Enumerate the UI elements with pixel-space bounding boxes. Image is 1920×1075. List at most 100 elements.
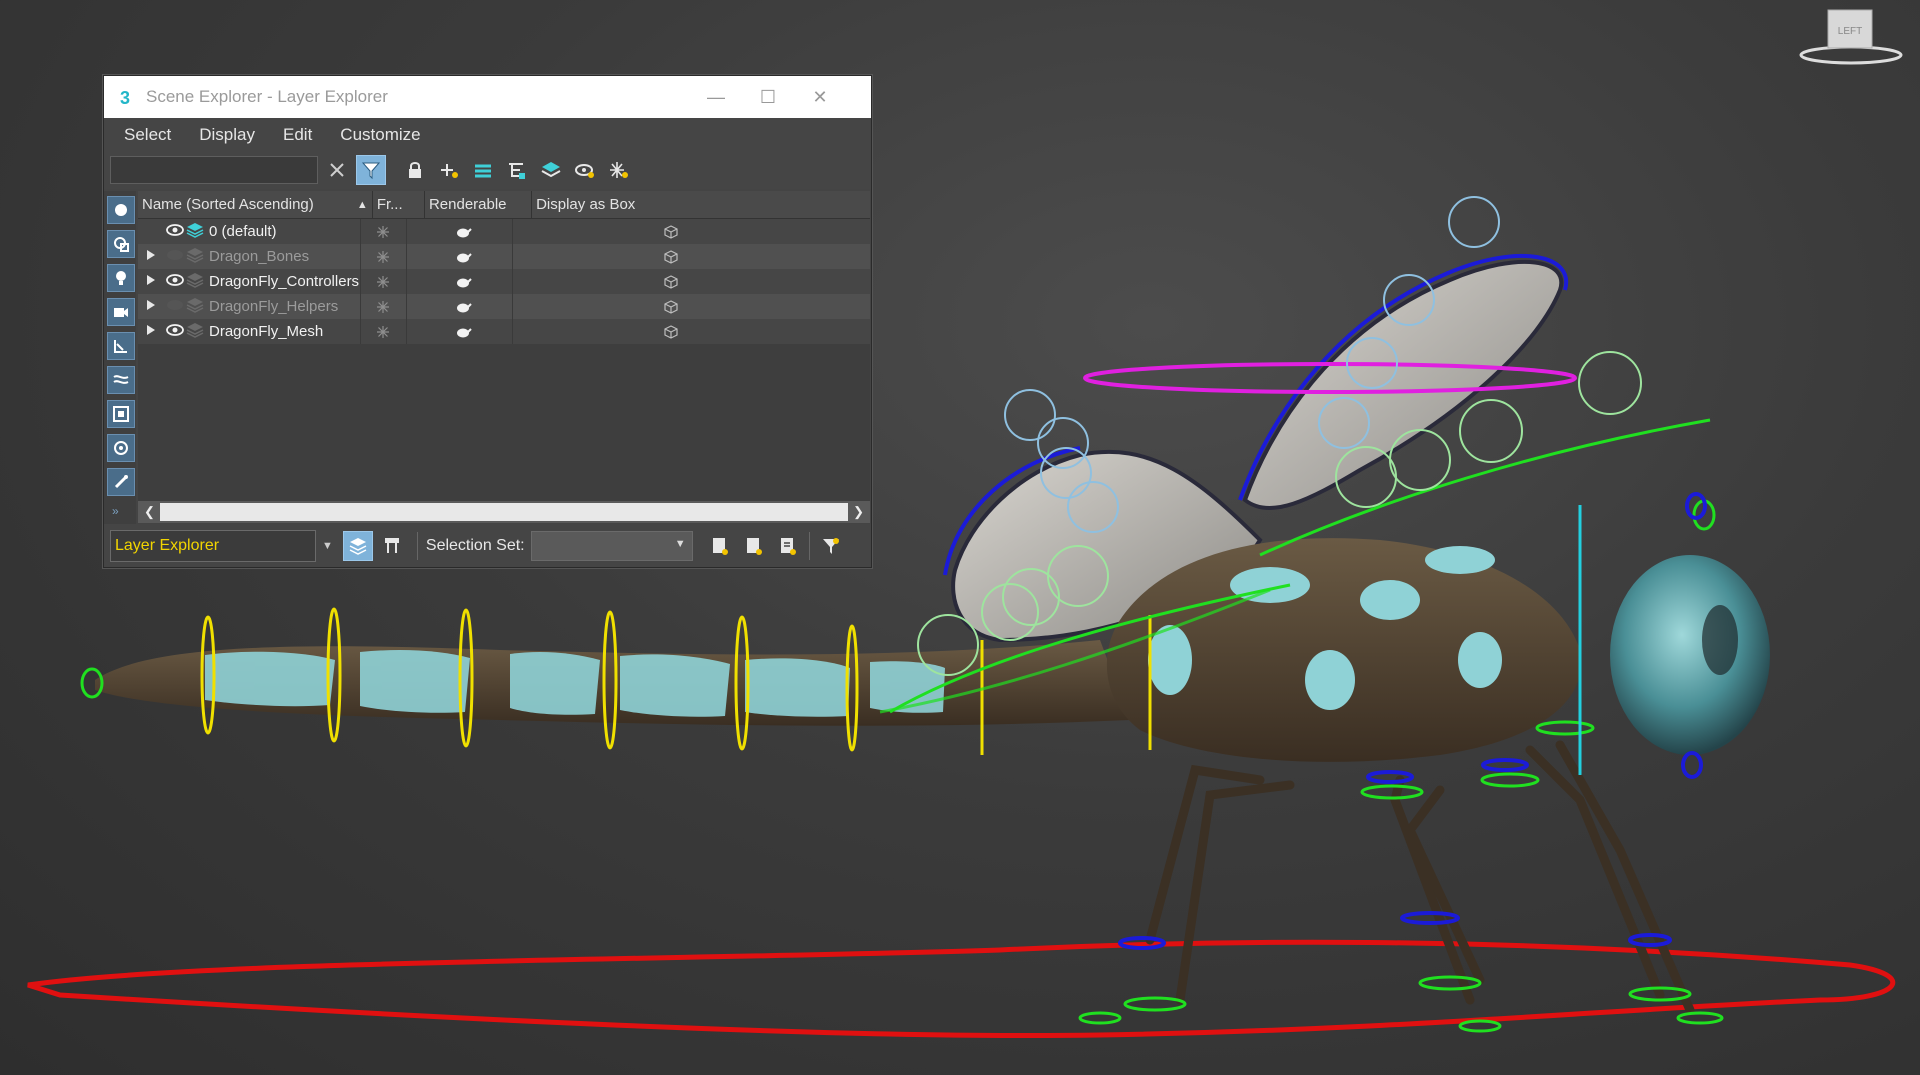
- visible-eye-icon[interactable]: [166, 323, 184, 340]
- layer-hierarchy-icon[interactable]: [502, 155, 532, 185]
- visible-eye-icon[interactable]: [166, 273, 184, 290]
- table-row[interactable]: DragonFly_Helpers: [138, 294, 870, 319]
- toolbar: [104, 151, 871, 189]
- add-to-layer-icon[interactable]: [468, 155, 498, 185]
- column-header-name-label: Name (Sorted Ascending): [142, 196, 314, 213]
- chevron-down-icon[interactable]: ▼: [322, 540, 333, 552]
- display-as-box-icon[interactable]: [513, 244, 870, 269]
- active-layer-icon: [186, 222, 204, 242]
- new-layer-icon[interactable]: [434, 155, 464, 185]
- layer-name-cell: Dragon_Bones: [138, 244, 362, 269]
- scroll-left-icon[interactable]: ❮: [144, 504, 155, 520]
- geometry-filter-icon[interactable]: [107, 196, 135, 224]
- table-row[interactable]: 0 (default): [138, 219, 870, 244]
- viewcube[interactable]: LEFT: [1795, 5, 1907, 70]
- visible-eye-icon[interactable]: [166, 223, 184, 240]
- expand-arrow-icon[interactable]: [146, 298, 156, 315]
- menu-select[interactable]: Select: [124, 125, 171, 145]
- bottom-bar: Layer Explorer ▼ Selection Set: ▼: [104, 524, 871, 567]
- layer-name: DragonFly_Mesh: [209, 323, 324, 340]
- menu-edit[interactable]: Edit: [283, 125, 312, 145]
- groups-filter-icon[interactable]: [107, 400, 135, 428]
- renderable-teapot-icon[interactable]: [407, 294, 513, 319]
- renderable-teapot-icon[interactable]: [407, 319, 513, 344]
- column-header-name[interactable]: Name (Sorted Ascending) ▲: [138, 191, 373, 218]
- layer-icon: [186, 297, 204, 317]
- expand-arrow-icon[interactable]: [146, 273, 156, 290]
- layer-name-cell: 0 (default): [138, 219, 362, 244]
- clear-search-icon[interactable]: [322, 155, 352, 185]
- layers-icon[interactable]: [536, 155, 566, 185]
- table-row[interactable]: Dragon_Bones: [138, 244, 870, 269]
- freeze-toggle-icon[interactable]: [361, 244, 407, 269]
- sort-by-layer-icon[interactable]: [342, 530, 373, 561]
- display-as-box-icon[interactable]: [513, 319, 870, 344]
- explorer-type-dropdown[interactable]: Layer Explorer: [110, 529, 316, 562]
- filter-icon[interactable]: [356, 155, 386, 185]
- freeze-toggle-icon[interactable]: [361, 269, 407, 294]
- column-header-renderable[interactable]: Renderable: [425, 191, 533, 218]
- freeze-icon[interactable]: [604, 155, 634, 185]
- maximize-icon[interactable]: ☐: [742, 76, 794, 118]
- expand-arrow-icon[interactable]: [146, 323, 156, 340]
- display-as-box-icon[interactable]: [513, 219, 870, 244]
- path-curve: [27, 939, 1896, 1039]
- create-selection-set-icon[interactable]: [739, 531, 769, 561]
- head: [1610, 555, 1770, 755]
- layer-name: Dragon_Bones: [209, 248, 310, 265]
- helpers-filter-icon[interactable]: [107, 332, 135, 360]
- minimize-icon[interactable]: —: [690, 76, 742, 118]
- table-row[interactable]: DragonFly_Controllers: [138, 269, 870, 294]
- freeze-toggle-icon[interactable]: [361, 319, 407, 344]
- window-title: Scene Explorer - Layer Explorer: [146, 87, 388, 106]
- layer-name-cell: DragonFly_Mesh: [138, 319, 362, 344]
- hidden-eye-icon[interactable]: [166, 298, 184, 315]
- edit-selection-set-icon[interactable]: [705, 531, 735, 561]
- selection-filter-icon[interactable]: [816, 531, 846, 561]
- divider: [416, 531, 418, 560]
- selection-set-label: Selection Set:: [425, 536, 525, 554]
- hide-icon[interactable]: [570, 155, 600, 185]
- display-as-box-icon[interactable]: [513, 269, 870, 294]
- remove-selection-set-icon[interactable]: [773, 531, 803, 561]
- bones-filter-icon[interactable]: [107, 468, 135, 496]
- xrefs-filter-icon[interactable]: [107, 434, 135, 462]
- close-icon[interactable]: ✕: [794, 76, 846, 118]
- layer-grid: Name (Sorted Ascending) ▲ Fr... Renderab…: [138, 191, 870, 501]
- horizontal-scrollbar[interactable]: ❮ ❯: [138, 501, 870, 523]
- shapes-filter-icon[interactable]: [107, 230, 135, 258]
- lock-icon[interactable]: [400, 155, 430, 185]
- sort-by-hierarchy-icon[interactable]: [377, 531, 407, 561]
- scroll-right-icon[interactable]: ❯: [853, 504, 864, 520]
- menu-display[interactable]: Display: [199, 125, 255, 145]
- sort-ascending-icon: ▲: [356, 198, 368, 211]
- title-bar[interactable]: 3 Scene Explorer - Layer Explorer — ☐ ✕: [104, 76, 871, 118]
- chevron-down-icon: ▼: [674, 537, 686, 550]
- selection-set-dropdown[interactable]: ▼: [530, 530, 693, 561]
- layer-icon: [186, 322, 204, 342]
- renderable-teapot-icon[interactable]: [407, 244, 513, 269]
- layer-rows: 0 (default) Dragon_Bones DragonFly_Contr…: [138, 219, 870, 344]
- cameras-filter-icon[interactable]: [107, 298, 135, 326]
- lights-filter-icon[interactable]: [107, 264, 135, 292]
- scene-explorer-window: 3 Scene Explorer - Layer Explorer — ☐ ✕ …: [103, 75, 872, 568]
- divider: [808, 531, 810, 560]
- expand-arrow-icon[interactable]: [146, 248, 156, 265]
- spacewarps-filter-icon[interactable]: [107, 366, 135, 394]
- hidden-eye-icon[interactable]: [166, 248, 184, 265]
- display-as-box-icon[interactable]: [513, 294, 870, 319]
- layer-icon: [186, 272, 204, 292]
- layer-icon: [186, 247, 204, 267]
- menu-customize[interactable]: Customize: [340, 125, 420, 145]
- search-input[interactable]: [110, 156, 318, 184]
- column-header-frozen[interactable]: Fr...: [373, 191, 425, 218]
- explorer-type-value: Layer Explorer: [115, 536, 220, 554]
- freeze-toggle-icon[interactable]: [361, 294, 407, 319]
- freeze-toggle-icon[interactable]: [361, 219, 407, 244]
- scrollbar-thumb[interactable]: [160, 503, 848, 521]
- expand-strip-icon[interactable]: »: [112, 504, 119, 518]
- renderable-teapot-icon[interactable]: [407, 219, 513, 244]
- renderable-teapot-icon[interactable]: [407, 269, 513, 294]
- table-row[interactable]: DragonFly_Mesh: [138, 319, 870, 344]
- column-header-display-as-box[interactable]: Display as Box: [532, 191, 870, 218]
